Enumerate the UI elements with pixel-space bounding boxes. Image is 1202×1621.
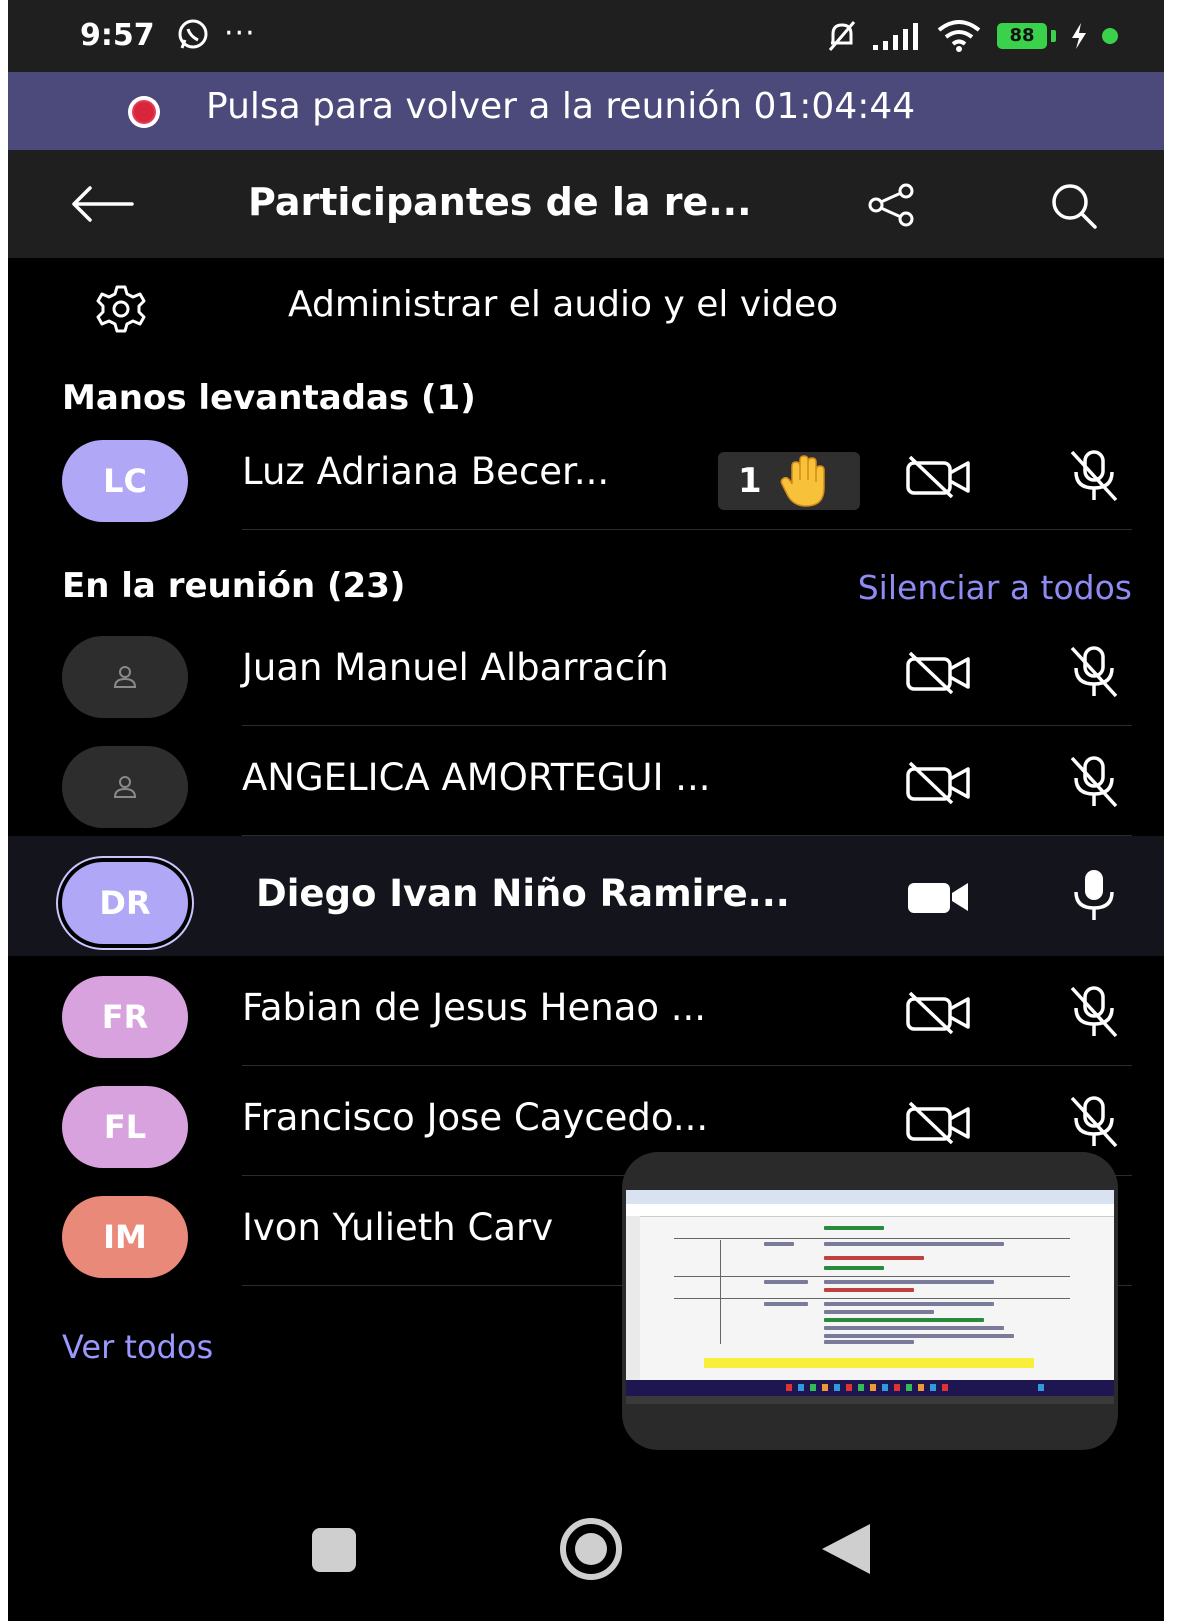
participant-name: Ivon Yulieth Carv <box>242 1206 554 1249</box>
status-icons: 88 <box>825 16 1118 56</box>
avatar: FL <box>62 1086 188 1168</box>
whatsapp-icon <box>178 19 208 49</box>
in-meeting-title: En la reunión (23) <box>62 566 406 606</box>
recording-icon <box>128 96 160 128</box>
more-notifications-icon: ··· <box>224 16 256 51</box>
camera-in-use-dot <box>1102 28 1118 44</box>
battery-level: 88 <box>997 23 1047 49</box>
shared-screen-thumbnail <box>626 1190 1114 1396</box>
status-time: 9:57 <box>80 18 155 53</box>
participant-name: Francisco Jose Caycedo... <box>242 1096 709 1139</box>
camera-off-icon <box>906 761 970 805</box>
page-title: Participantes de la re... <box>248 180 752 224</box>
participant-name: Luz Adriana Becer... <box>242 450 610 493</box>
participant-row[interactable]: Juan Manuel Albarracín <box>8 616 1164 726</box>
participant-name: Fabian de Jesus Henao ... <box>242 986 707 1029</box>
avatar <box>62 636 188 718</box>
screen-share-preview[interactable] <box>622 1152 1118 1450</box>
mic-off-icon <box>1070 756 1118 808</box>
avatar-initials: FL <box>103 1108 147 1146</box>
gear-icon <box>96 285 146 333</box>
participant-name: Juan Manuel Albarracín <box>242 646 669 689</box>
person-icon <box>113 776 137 798</box>
mic-off-icon <box>1070 450 1118 502</box>
avatar-initials: DR <box>99 884 151 922</box>
mute-all-button[interactable]: Silenciar a todos <box>858 568 1132 607</box>
avatar: IM <box>62 1196 188 1278</box>
return-to-meeting-text: Pulsa para volver a la reunión 01:04:44 <box>206 86 916 127</box>
participant-row[interactable]: FR Fabian de Jesus Henao ... <box>8 956 1164 1066</box>
participant-name: ANGELICA AMORTEGUI ... <box>242 756 711 799</box>
return-to-meeting-banner[interactable]: Pulsa para volver a la reunión 01:04:44 <box>8 72 1164 150</box>
camera-off-icon <box>906 651 970 695</box>
back-arrow-icon[interactable] <box>68 184 134 224</box>
search-icon[interactable] <box>1048 180 1098 230</box>
wifi-icon <box>937 20 981 52</box>
mic-off-icon <box>1070 646 1118 698</box>
home-button[interactable] <box>558 1516 624 1582</box>
person-icon <box>113 666 137 688</box>
mic-on-icon[interactable] <box>1066 866 1122 924</box>
hand-count: 1 <box>738 461 762 501</box>
avatar-initials: LC <box>103 462 147 500</box>
manage-audio-video-label: Administrar el audio y el video <box>288 284 839 325</box>
recent-apps-button[interactable] <box>312 1528 356 1572</box>
charging-icon <box>1072 23 1086 49</box>
camera-off-icon <box>906 455 970 499</box>
participants-header: Participantes de la re... <box>8 150 1164 258</box>
phone-screen: 9:57 ··· 88 Pulsa para volver a la reuni… <box>8 0 1164 1621</box>
avatar: FR <box>62 976 188 1058</box>
avatar-initials: FR <box>101 998 149 1036</box>
raised-hands-title: Manos levantadas (1) <box>62 378 476 418</box>
participant-row[interactable]: LC Luz Adriana Becer... 1 <box>8 420 1164 530</box>
share-icon[interactable] <box>866 182 920 228</box>
avatar <box>62 746 188 828</box>
status-bar: 9:57 ··· 88 <box>8 0 1164 72</box>
participant-row[interactable]: ANGELICA AMORTEGUI ... <box>8 726 1164 836</box>
mic-off-icon <box>1070 1096 1118 1148</box>
participant-name: Diego Ivan Niño Ramire... <box>256 872 790 915</box>
signal-icon <box>873 23 918 50</box>
camera-off-icon <box>906 1101 970 1145</box>
see-all-link[interactable]: Ver todos <box>62 1328 213 1366</box>
participant-row-self[interactable]: DR Diego Ivan Niño Ramire... <box>8 836 1164 956</box>
camera-off-icon <box>906 991 970 1035</box>
camera-on-icon[interactable] <box>904 874 974 920</box>
battery-indicator: 88 <box>997 23 1056 49</box>
avatar: LC <box>62 440 188 522</box>
manage-audio-video-button[interactable]: Administrar el audio y el video <box>8 258 1164 354</box>
raised-hand-icon <box>780 455 825 507</box>
nav-back-button[interactable] <box>818 1520 874 1578</box>
raised-hand-badge: 1 <box>718 452 860 510</box>
mute-bell-icon <box>828 21 856 51</box>
avatar-initials: IM <box>103 1218 147 1256</box>
avatar: DR <box>62 862 188 944</box>
mic-off-icon <box>1070 986 1118 1038</box>
